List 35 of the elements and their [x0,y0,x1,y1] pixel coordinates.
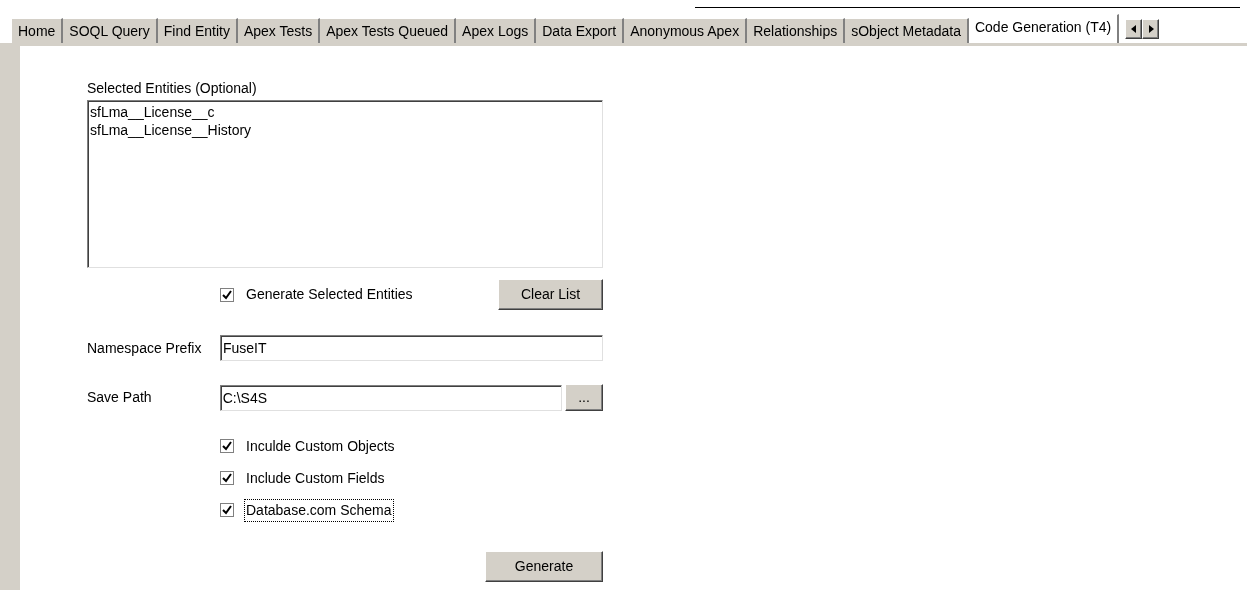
scroll-right-icon[interactable] [1142,19,1160,39]
tab[interactable]: Find Entity [157,18,238,43]
checkmark-icon [222,473,232,483]
checkbox[interactable] [220,439,234,453]
list-item[interactable]: sfLma__License__History [90,121,600,139]
tab[interactable]: Home [12,18,64,43]
checkbox-label[interactable]: Database.com Schema [244,498,394,522]
clear-list-button[interactable]: Clear List [498,279,603,310]
checkbox[interactable] [220,471,234,485]
tab[interactable]: Data Export [536,18,625,43]
checkbox-label[interactable]: Inculde Custom Objects [244,434,397,458]
tab[interactable]: Apex Tests Queued [320,18,457,43]
list-item[interactable]: sfLma__License__c [90,103,600,121]
generate-button[interactable]: Generate [485,551,603,582]
checkmark-icon [222,289,232,300]
checkbox[interactable] [220,287,234,302]
checkmark-icon [222,505,232,515]
entity-list[interactable]: sfLma__License__c sfLma__License__History [87,100,603,268]
field-label: Save Path [87,388,153,407]
tab[interactable]: sObject Metadata [845,18,969,43]
browse-button[interactable]: ... [565,384,603,411]
tab[interactable]: Anonymous Apex [624,18,748,43]
namespace-field[interactable]: FuseIT [220,335,603,361]
checkmark-icon [222,441,232,451]
save-path-field[interactable]: C:\S4S [219,384,563,411]
checkbox-label[interactable]: Generate Selected Entities [244,283,415,306]
tab[interactable]: Relationships [747,18,846,43]
field-label: Namespace Prefix [87,338,203,358]
tab[interactable]: SOQL Query [63,18,158,43]
checkbox[interactable] [220,503,234,517]
field-label: Selected Entities (Optional) [87,79,258,98]
checkbox-label[interactable]: Include Custom Fields [244,466,387,490]
scroll-left-icon[interactable] [1125,19,1143,39]
tab[interactable]: Apex Tests [237,18,321,43]
tab[interactable]: Apex Logs [456,18,537,43]
